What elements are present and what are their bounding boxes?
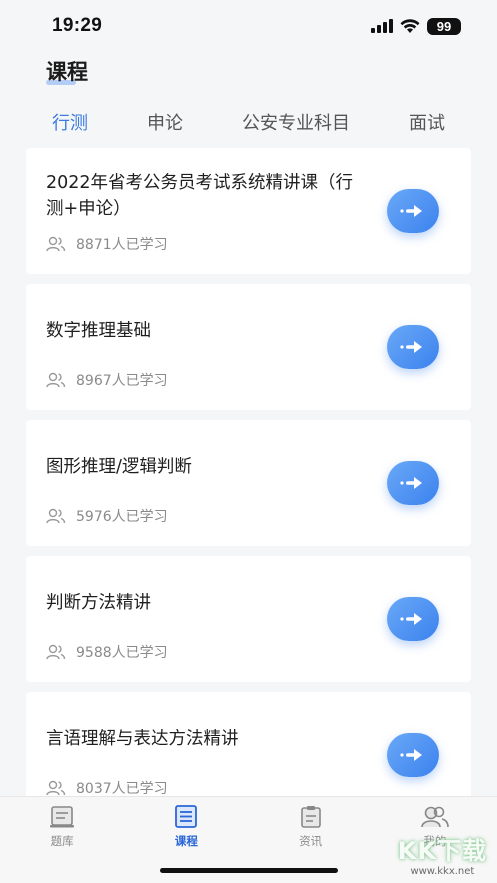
course-title: 图形推理/逻辑判断 (46, 457, 192, 477)
tabbar-label: 我的 (423, 834, 447, 848)
users-icon (46, 780, 66, 796)
tabbar-label: 课程 (174, 834, 198, 848)
course-meta: 8037人已学习 (46, 778, 168, 798)
status-icons: 99 (371, 17, 461, 35)
course-meta: 8871人已学习 (46, 234, 168, 254)
learner-count: 5976人已学习 (76, 509, 168, 525)
course-meta: 5976人已学习 (46, 506, 168, 526)
learner-count: 8037人已学习 (76, 781, 168, 797)
course-title: 数字推理基础 (46, 321, 151, 341)
arrow-right-icon (400, 205, 422, 217)
enter-course-button[interactable] (387, 325, 439, 369)
course-meta: 9588人已学习 (46, 642, 168, 662)
course-card[interactable]: 2022年省考公务员考试系统精讲课（行测+申论） 8871人已学习 (26, 148, 471, 274)
status-time: 19:29 (52, 15, 103, 36)
course-list: 2022年省考公务员考试系统精讲课（行测+申论） 8871人已学习 数字推理基础 (26, 148, 471, 828)
course-title: 判断方法精讲 (46, 593, 151, 613)
category-tabs: 行测 申论 公安专业科目 面试 (26, 104, 471, 140)
enter-course-button[interactable] (387, 733, 439, 777)
profile-icon (421, 806, 449, 828)
course-title: 2022年省考公务员考试系统精讲课（行测+申论） (46, 173, 354, 219)
tabbar-item-profile[interactable]: 我的 (373, 797, 497, 883)
arrow-right-icon (400, 749, 422, 761)
enter-course-button[interactable] (387, 597, 439, 641)
users-icon (46, 508, 66, 524)
learner-count: 9588人已学习 (76, 645, 168, 661)
course-card[interactable]: 判断方法精讲 9588人已学习 (26, 556, 471, 682)
course-list-icon (175, 805, 198, 828)
home-indicator[interactable] (160, 868, 338, 873)
course-meta: 8967人已学习 (46, 370, 168, 390)
users-icon (46, 372, 66, 388)
users-icon (46, 236, 66, 252)
news-icon (300, 806, 321, 828)
tabbar-item-question-bank[interactable]: 题库 (0, 797, 124, 883)
arrow-right-icon (400, 341, 422, 353)
question-bank-icon (50, 806, 75, 828)
wifi-icon (400, 18, 420, 33)
course-title: 言语理解与表达方法精讲 (46, 729, 239, 749)
signal-icon (371, 19, 393, 33)
enter-course-button[interactable] (387, 461, 439, 505)
course-card[interactable]: 图形推理/逻辑判断 5976人已学习 (26, 420, 471, 546)
course-card[interactable]: 数字推理基础 8967人已学习 (26, 284, 471, 410)
battery-indicator: 99 (427, 17, 461, 35)
tab-xingce[interactable]: 行测 (50, 109, 90, 135)
status-bar: 19:29 99 (0, 0, 497, 52)
tabbar-label: 题库 (50, 834, 74, 848)
tabbar-label: 资讯 (299, 834, 323, 848)
tab-shenlun[interactable]: 申论 (145, 109, 185, 135)
learner-count: 8871人已学习 (76, 237, 168, 253)
tab-interview[interactable]: 面试 (407, 109, 447, 135)
tab-police-subjects[interactable]: 公安专业科目 (240, 109, 352, 135)
arrow-right-icon (400, 477, 422, 489)
learner-count: 8967人已学习 (76, 373, 168, 389)
enter-course-button[interactable] (387, 189, 439, 233)
arrow-right-icon (400, 613, 422, 625)
users-icon (46, 644, 66, 660)
page-title: 课程 (46, 56, 88, 86)
